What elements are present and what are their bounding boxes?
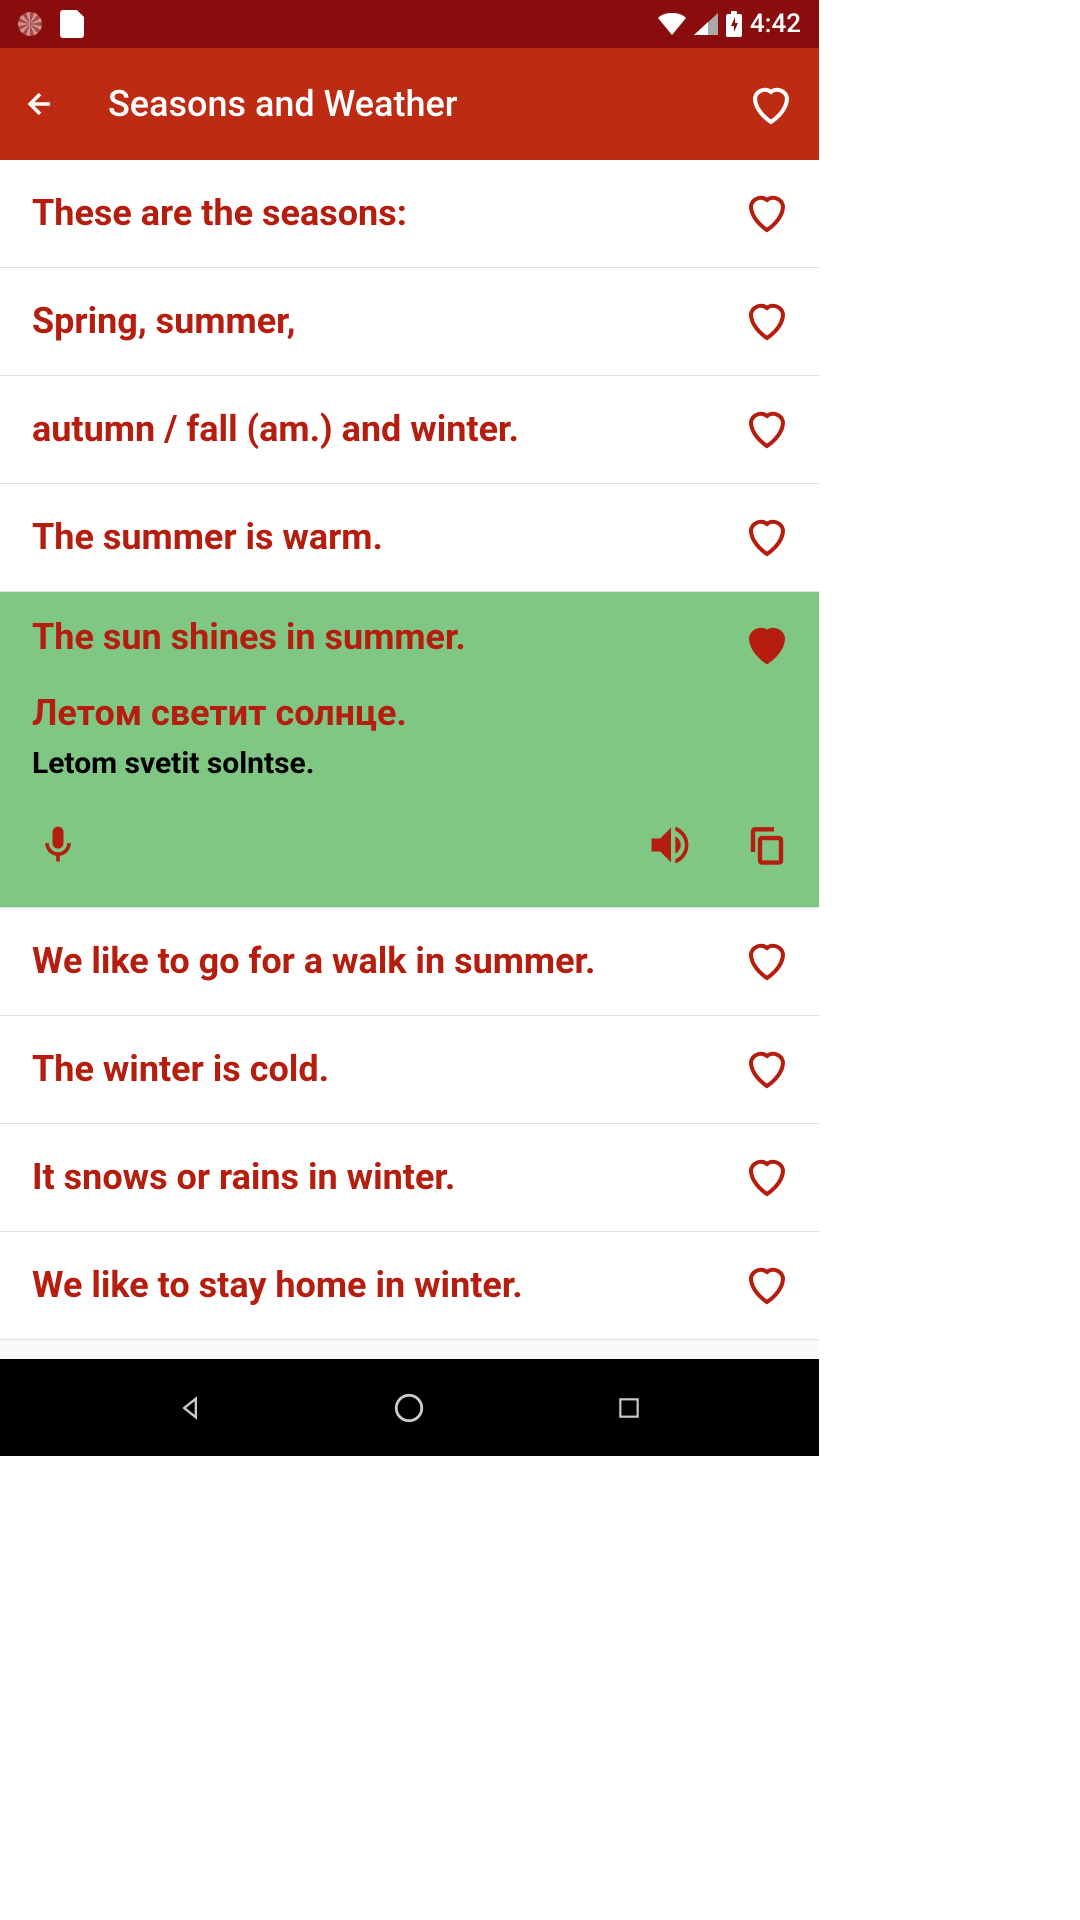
heart-outline-icon xyxy=(740,404,794,456)
phrase-row[interactable]: It snows or rains in winter. xyxy=(0,1124,819,1232)
phrase-english: Spring, summer, xyxy=(32,297,739,346)
nav-home-button[interactable] xyxy=(384,1383,434,1433)
favorite-button[interactable] xyxy=(739,294,795,350)
heart-outline-icon xyxy=(740,512,794,564)
app-bar: Seasons and Weather xyxy=(0,48,819,160)
status-time: 4:42 xyxy=(750,9,801,39)
heart-outline-icon xyxy=(740,1044,794,1096)
heart-outline-icon xyxy=(744,80,798,128)
speaker-icon xyxy=(645,819,697,875)
phrase-english: We like to go for a walk in summer. xyxy=(32,937,739,986)
heart-outline-icon xyxy=(740,296,794,348)
phrase-english: We like to stay home in winter. xyxy=(32,1261,739,1310)
status-bar: 4:42 xyxy=(0,0,819,48)
copy-icon xyxy=(746,821,788,873)
phrase-row[interactable]: The summer is warm. xyxy=(0,484,819,592)
phrase-row[interactable]: We like to go for a walk in summer. xyxy=(0,908,819,1016)
phrase-english: The summer is warm. xyxy=(32,513,739,562)
arrow-left-icon xyxy=(23,87,57,121)
heart-outline-icon xyxy=(740,936,794,988)
phrase-english: autumn / fall (am.) and winter. xyxy=(32,405,739,454)
heart-outline-icon xyxy=(740,1260,794,1312)
phrase-list[interactable]: These are the seasons: Spring, summer, a… xyxy=(0,160,819,1359)
nav-back-button[interactable] xyxy=(165,1383,215,1433)
favorite-button[interactable] xyxy=(739,616,795,672)
favorite-button[interactable] xyxy=(739,1042,795,1098)
system-nav-bar xyxy=(0,1359,819,1456)
phrase-row-expanded[interactable]: The sun shines in summer. Летом светит с… xyxy=(0,592,819,908)
back-button[interactable] xyxy=(20,84,60,124)
phrase-english: These are the seasons: xyxy=(32,189,739,238)
battery-charging-icon xyxy=(726,11,742,37)
square-recents-icon xyxy=(616,1395,642,1421)
triangle-back-icon xyxy=(176,1394,204,1422)
status-left-icons xyxy=(18,10,84,38)
nav-recents-button[interactable] xyxy=(604,1383,654,1433)
circle-home-icon xyxy=(392,1391,426,1425)
sd-card-icon xyxy=(60,10,84,38)
status-right-icons: 4:42 xyxy=(658,9,801,39)
phrase-english: It snows or rains in winter. xyxy=(32,1153,739,1202)
favorite-button[interactable] xyxy=(739,1258,795,1314)
heart-outline-icon xyxy=(740,188,794,240)
favorite-all-button[interactable] xyxy=(743,76,799,132)
favorite-button[interactable] xyxy=(739,402,795,458)
cellular-icon xyxy=(694,13,718,35)
phrase-row[interactable]: The winter is cold. xyxy=(0,1016,819,1124)
speaker-button[interactable] xyxy=(643,819,699,875)
spinner-icon xyxy=(18,12,42,36)
favorite-button[interactable] xyxy=(739,934,795,990)
page-title: Seasons and Weather xyxy=(108,83,457,125)
microphone-icon xyxy=(36,819,80,875)
phrase-transliteration: Letom svetit solntse. xyxy=(0,742,819,811)
phrase-row[interactable]: These are the seasons: xyxy=(0,160,819,268)
phrase-row[interactable]: We like to stay home in winter. xyxy=(0,1232,819,1340)
copy-button[interactable] xyxy=(739,819,795,875)
phrase-row[interactable]: autumn / fall (am.) and winter. xyxy=(0,376,819,484)
phrase-english: The winter is cold. xyxy=(32,1045,739,1094)
heart-outline-icon xyxy=(740,1152,794,1204)
phrase-target-language: Летом светит солнце. xyxy=(0,680,819,742)
phrase-row[interactable]: Spring, summer, xyxy=(0,268,819,376)
favorite-button[interactable] xyxy=(739,186,795,242)
wifi-icon xyxy=(658,13,686,35)
phrase-english: The sun shines in summer. xyxy=(32,616,739,658)
mic-button[interactable] xyxy=(30,819,86,875)
favorite-button[interactable] xyxy=(739,510,795,566)
favorite-button[interactable] xyxy=(739,1150,795,1206)
